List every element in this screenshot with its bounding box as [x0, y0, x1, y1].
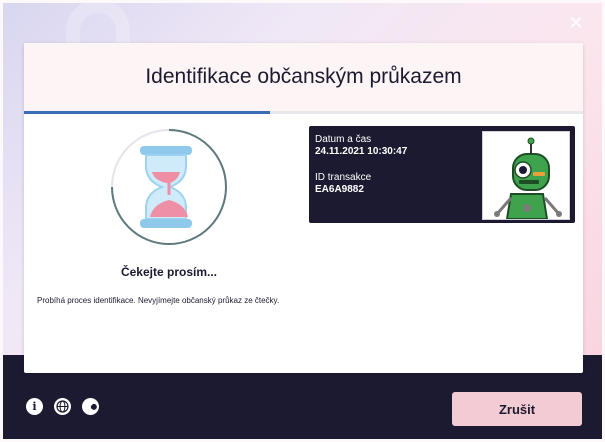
transaction-panel: Datum a čas 24.11.2021 10:30:47 ID trans… [309, 126, 575, 223]
robot-avatar-icon [494, 137, 562, 220]
progress-bar [24, 111, 583, 114]
footer-icons: i [26, 398, 99, 415]
close-icon[interactable]: ✕ [568, 14, 584, 32]
wrench-glyph [82, 398, 99, 415]
datetime-value: 24.11.2021 10:30:47 [315, 146, 408, 157]
card-header: Identifikace občanským průkazem [24, 43, 583, 111]
transaction-id-label: ID transakce [315, 172, 372, 183]
hourglass-icon [111, 129, 228, 246]
datetime-label: Datum a čas [315, 134, 372, 145]
cancel-button[interactable]: Zrušit [452, 392, 582, 426]
waiting-status-text: Čekejte prosím... [120, 265, 218, 279]
identification-card: Identifikace občanským průkazem Čekejte … [24, 43, 583, 373]
settings-wrench-icon[interactable] [82, 398, 99, 415]
identification-info-text: Probíhá proces identifikace. Nevyjímejte… [37, 296, 280, 305]
transaction-id-value: EA6A9882 [315, 184, 364, 195]
loading-spinner [108, 126, 230, 248]
globe-glyph [54, 398, 71, 415]
user-avatar [482, 131, 570, 220]
page-title: Identifikace občanským průkazem [145, 65, 462, 88]
globe-icon[interactable] [54, 398, 71, 415]
info-icon[interactable]: i [26, 398, 43, 415]
progress-bar-fill [24, 111, 270, 114]
transaction-details: Datum a čas 24.11.2021 10:30:47 ID trans… [315, 134, 407, 196]
